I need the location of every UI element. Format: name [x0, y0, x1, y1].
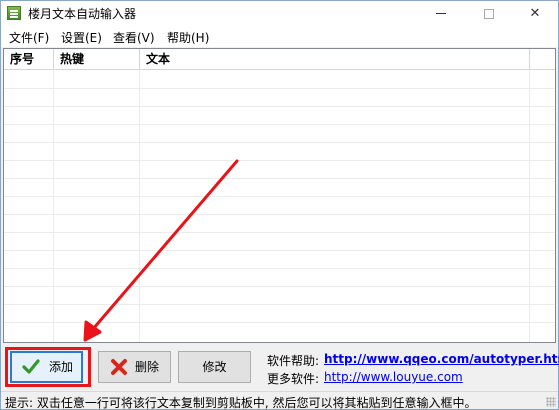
- grid-line: [4, 268, 555, 269]
- close-button[interactable]: ✕: [512, 1, 558, 27]
- software-help-link[interactable]: http://www.qqeo.com/autotyper.htm: [324, 352, 559, 366]
- grid-line: [529, 70, 530, 342]
- grid-line: [4, 124, 555, 125]
- title-bar[interactable]: 楼月文本自动输入器 ✕: [1, 1, 558, 27]
- status-bar: 提示: 双击任意一行可将该行文本复制到剪贴板中, 然后您可以将其粘贴到任意输入框…: [1, 391, 558, 410]
- grid-line: [4, 142, 555, 143]
- list-header: 序号 热键 文本: [4, 49, 555, 70]
- delete-x-icon: [111, 359, 127, 375]
- more-software-link[interactable]: http://www.louyue.com: [324, 370, 463, 384]
- column-header-text[interactable]: 文本: [140, 49, 530, 69]
- menu-file[interactable]: 文件(F): [9, 29, 49, 46]
- column-header-index[interactable]: 序号: [4, 49, 54, 69]
- resize-grip[interactable]: [546, 397, 556, 407]
- grid-line: [4, 250, 555, 251]
- menu-view[interactable]: 查看(V): [113, 29, 155, 46]
- status-hint: 提示: 双击任意一行可将该行文本复制到剪贴板中, 然后您可以将其粘贴到任意输入框…: [5, 396, 477, 410]
- edit-button-label: 修改: [202, 360, 227, 374]
- grid-line: [4, 178, 555, 179]
- grid-line: [139, 70, 140, 342]
- software-help-label: 软件帮助:: [267, 354, 320, 368]
- delete-button[interactable]: 删除: [98, 351, 171, 383]
- delete-button-label: 删除: [135, 360, 160, 374]
- grid-line: [4, 322, 555, 323]
- grid-line: [4, 214, 555, 215]
- maximize-button[interactable]: [466, 1, 512, 27]
- grid-line: [4, 88, 555, 89]
- grid-line: [4, 196, 555, 197]
- minimize-button[interactable]: [418, 1, 464, 27]
- more-software-label: 更多软件:: [267, 372, 320, 386]
- grid-line: [4, 286, 555, 287]
- grid-line: [4, 232, 555, 233]
- grid-line: [4, 304, 555, 305]
- maximize-icon: [484, 8, 494, 19]
- check-icon: [22, 359, 40, 374]
- menu-settings[interactable]: 设置(E): [61, 29, 102, 46]
- grid-line: [4, 160, 555, 161]
- add-button-label: 添加: [49, 360, 74, 374]
- column-header-hotkey[interactable]: 热键: [54, 49, 140, 69]
- app-icon: [7, 6, 21, 20]
- grid-line: [53, 70, 54, 342]
- grid-line: [4, 106, 555, 107]
- window-title: 楼月文本自动输入器: [28, 7, 137, 21]
- menu-help[interactable]: 帮助(H): [167, 29, 209, 46]
- menu-bar: 文件(F) 设置(E) 查看(V) 帮助(H): [1, 27, 558, 47]
- text-list[interactable]: 序号 热键 文本: [3, 48, 556, 343]
- edit-button[interactable]: 修改: [178, 351, 251, 383]
- close-icon: ✕: [529, 6, 541, 21]
- minimize-icon: [436, 13, 446, 14]
- add-button[interactable]: 添加: [10, 351, 83, 383]
- column-header-filler: [530, 49, 555, 69]
- app-window: 楼月文本自动输入器 ✕ 文件(F) 设置(E) 查看(V) 帮助(H) 序号 热…: [0, 0, 559, 410]
